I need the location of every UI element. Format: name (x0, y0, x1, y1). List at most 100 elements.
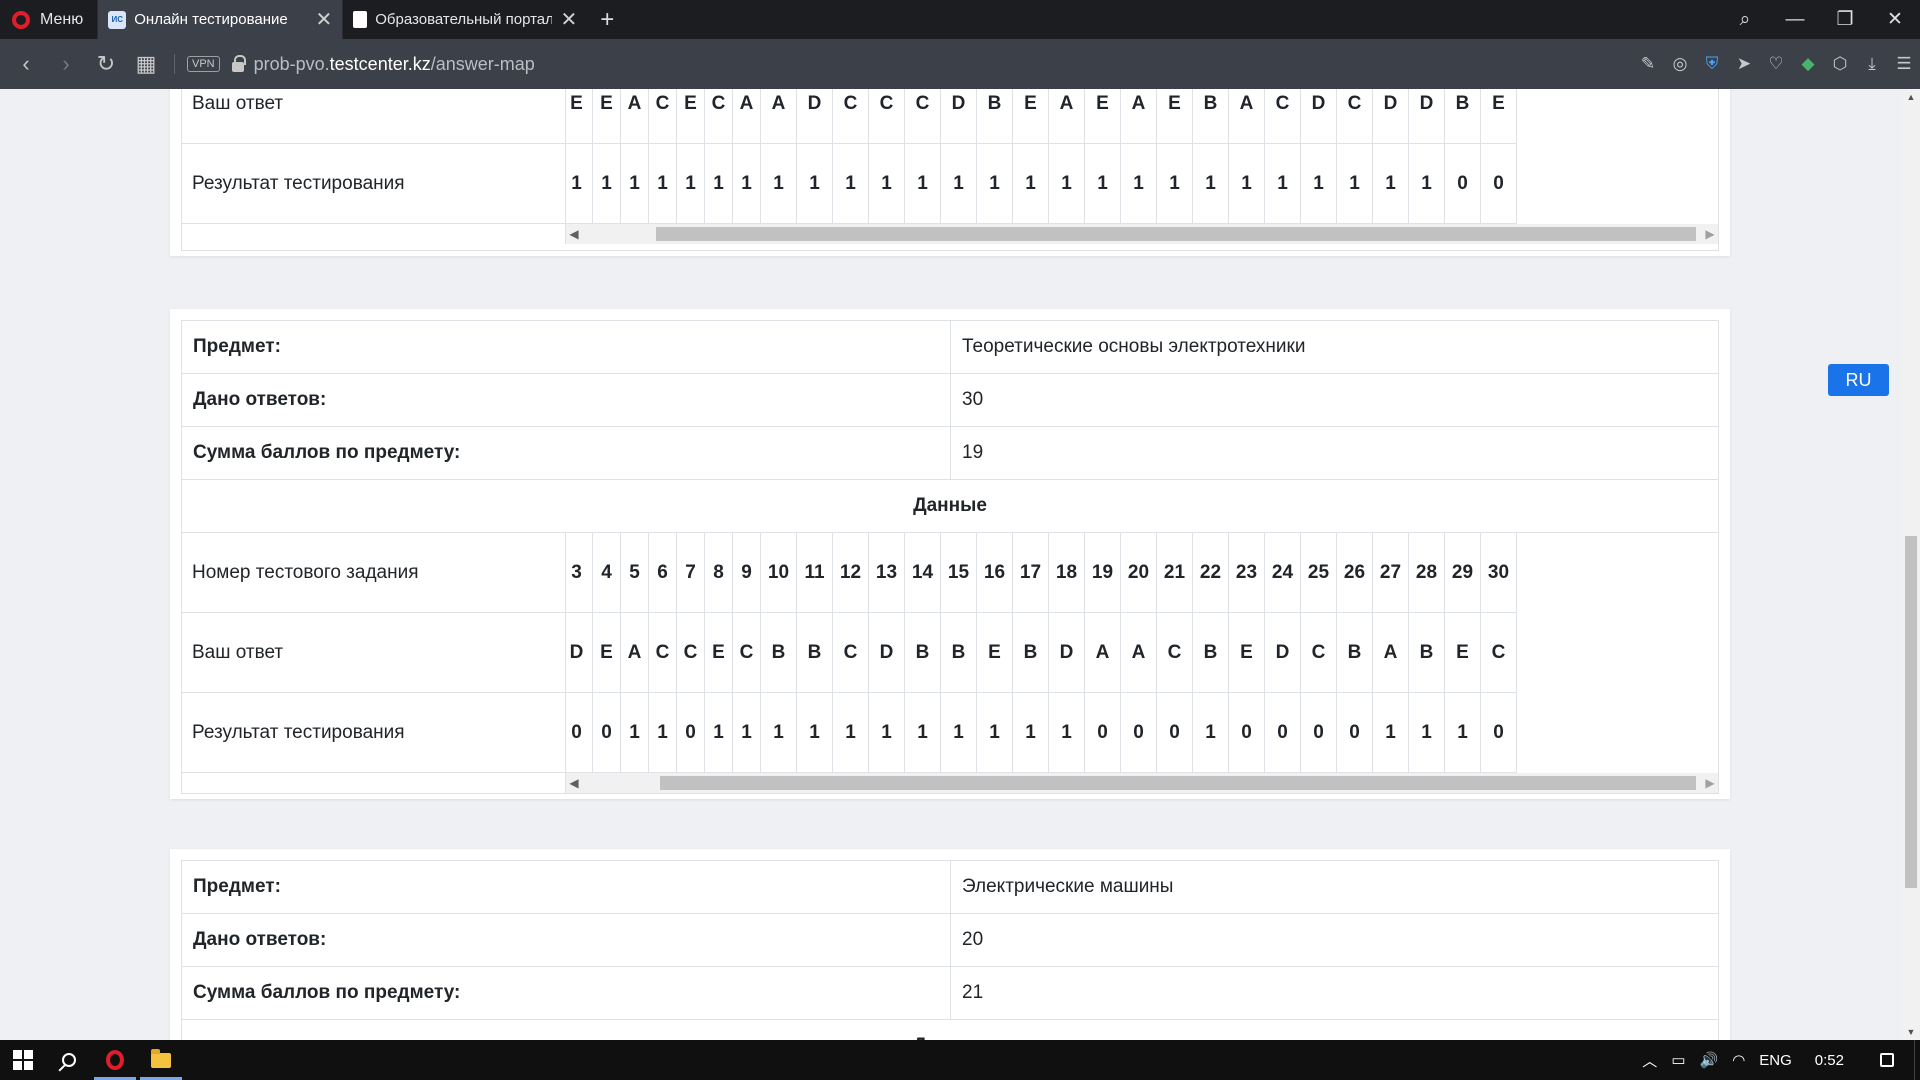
answer-cell: D (941, 89, 977, 144)
testcenter-favicon-icon: ИС (108, 10, 127, 29)
horizontal-scrollbar[interactable]: ◀ ▶ (566, 773, 1718, 793)
new-tab-button[interactable]: + (587, 0, 627, 39)
result-cell: 0 (1085, 693, 1121, 773)
taskbar-search-button[interactable] (46, 1040, 92, 1080)
answer-cell: E (1445, 613, 1481, 693)
answer-cell: D (1049, 613, 1085, 693)
answer-cell: E (566, 89, 593, 144)
grid-scroll-area[interactable]: 3 4 5 6 7 8 9 10 11 12 13 14 15 16 17 18 19 20 21 22 23 24 25 2… (566, 533, 1718, 773)
wifi-icon[interactable]: ◠ (1725, 1040, 1752, 1080)
subject-card-previous: Ваш ответ Результат тестирования EEACECA… (170, 89, 1730, 256)
back-button[interactable]: ‹ (6, 39, 46, 89)
answer-cell: C (677, 613, 705, 693)
tab-bar: Меню ИС Онлайн тестирование ✕ Образовате… (0, 0, 1920, 39)
result-cell: 1 (649, 693, 677, 773)
tab-close-icon[interactable]: ✕ (560, 10, 577, 30)
speed-dial-icon[interactable]: ▦ (126, 39, 166, 89)
answer-cell: B (1409, 613, 1445, 693)
scroll-left-arrow-icon[interactable]: ◀ (566, 773, 582, 793)
clock[interactable]: 0:52 (1799, 1040, 1860, 1080)
grid-scroll-area[interactable]: EEACECAADCCCDBEAEAEBACDCDDBE 11111111111… (566, 89, 1718, 224)
windows-taskbar: ︿ ▭ 🔊 ◠ ENG 0:52 (0, 1040, 1920, 1080)
scroll-down-arrow-icon[interactable]: ▼ (1902, 1024, 1920, 1040)
answer-cell: C (905, 89, 941, 144)
notification-center-button[interactable] (1860, 1040, 1914, 1080)
answer-cell: D (869, 613, 905, 693)
windows-logo-icon (13, 1050, 33, 1070)
forward-button[interactable]: › (46, 39, 86, 89)
url-field[interactable]: prob-pvo.testcenter.kz/answer-map (254, 54, 535, 75)
camera-icon[interactable]: ◎ (1664, 39, 1696, 89)
input-language[interactable]: ENG (1752, 1040, 1799, 1080)
tab-close-icon[interactable]: ✕ (315, 10, 332, 30)
answer-cell: E (1481, 89, 1517, 144)
start-button[interactable] (0, 1040, 46, 1080)
show-desktop-button[interactable] (1914, 1040, 1920, 1080)
adblock-shield-icon[interactable]: ⛨ (1696, 39, 1728, 89)
scrollbar-gap (182, 773, 565, 793)
vertical-scrollbar-thumb[interactable] (1905, 536, 1917, 888)
result-cell: 1 (977, 693, 1013, 773)
answer-cell: E (1085, 89, 1121, 144)
box-icon[interactable]: ⬡ (1824, 39, 1856, 89)
close-window-button[interactable]: ✕ (1870, 0, 1920, 39)
answer-cell: A (621, 613, 649, 693)
subject-label: Предмет: (181, 320, 951, 374)
answer-cell: B (1193, 613, 1229, 693)
vpn-badge[interactable]: VPN (187, 56, 220, 72)
result-cell: 1 (1193, 144, 1229, 224)
snapshot-edit-icon[interactable]: ✎ (1632, 39, 1664, 89)
battery-icon[interactable]: ▭ (1664, 1040, 1692, 1080)
subject-label: Предмет: (181, 860, 951, 914)
answers-given-row: Дано ответов: 30 (181, 373, 1719, 427)
answer-cell: B (905, 613, 941, 693)
show-hidden-icons[interactable]: ︿ (1635, 1040, 1664, 1080)
minimize-button[interactable]: — (1770, 0, 1820, 39)
answer-cell: C (705, 89, 733, 144)
scroll-up-arrow-icon[interactable]: ▲ (1902, 89, 1920, 105)
answer-cell: E (705, 613, 733, 693)
download-icon[interactable]: ⤓ (1856, 39, 1888, 89)
scroll-left-arrow-icon[interactable]: ◀ (566, 224, 582, 244)
task-number-cell: 15 (941, 533, 977, 613)
task-number-cell: 8 (705, 533, 733, 613)
tab-online-testing[interactable]: ИС Онлайн тестирование ✕ (97, 0, 343, 39)
taskbar-opera[interactable] (92, 1040, 138, 1080)
extension-cube-icon[interactable]: ◆ (1792, 39, 1824, 89)
result-cell: 1 (1049, 144, 1085, 224)
vertical-scrollbar[interactable]: ▲ ▼ (1902, 89, 1920, 1040)
horizontal-scrollbar[interactable]: ◀ ▶ (566, 224, 1718, 244)
notification-icon (1880, 1053, 1894, 1067)
result-cell: 1 (593, 144, 621, 224)
result-cell: 1 (869, 144, 905, 224)
volume-icon[interactable]: 🔊 (1693, 1040, 1726, 1080)
heart-icon[interactable]: ♡ (1760, 39, 1792, 89)
restore-button[interactable]: ❐ (1820, 0, 1870, 39)
task-number-cell: 9 (733, 533, 761, 613)
send-icon[interactable]: ➤ (1728, 39, 1760, 89)
result-cell: 1 (677, 144, 705, 224)
scrollbar-thumb[interactable] (656, 227, 1696, 241)
tab-search-icon[interactable]: ⌕ (1720, 0, 1770, 39)
result-cell: 0 (1445, 144, 1481, 224)
easy-setup-icon[interactable]: ☰ (1888, 39, 1920, 89)
answer-cell: E (593, 89, 621, 144)
answer-cell: C (869, 89, 905, 144)
address-bar: ‹ › ↻ ▦ VPN prob-pvo.testcenter.kz/answe… (0, 39, 1920, 89)
task-number-cell: 19 (1085, 533, 1121, 613)
language-button[interactable]: RU (1828, 364, 1889, 396)
result-cell: 1 (833, 693, 869, 773)
scrollbar-thumb[interactable] (660, 776, 1696, 790)
taskbar-file-explorer[interactable] (138, 1040, 184, 1080)
task-number-cell: 20 (1121, 533, 1157, 613)
scroll-right-arrow-icon[interactable]: ▶ (1702, 773, 1718, 793)
task-number-cell: 25 (1301, 533, 1337, 613)
lock-icon[interactable] (231, 55, 246, 72)
reload-button[interactable]: ↻ (86, 39, 126, 89)
opera-menu-button[interactable]: Меню (0, 0, 97, 39)
result-cell: 1 (1265, 144, 1301, 224)
task-number-cell: 18 (1049, 533, 1085, 613)
tab-education-portal[interactable]: Образовательный портал ✕ (342, 0, 587, 39)
scroll-right-arrow-icon[interactable]: ▶ (1702, 224, 1718, 244)
task-number-cell: 13 (869, 533, 905, 613)
